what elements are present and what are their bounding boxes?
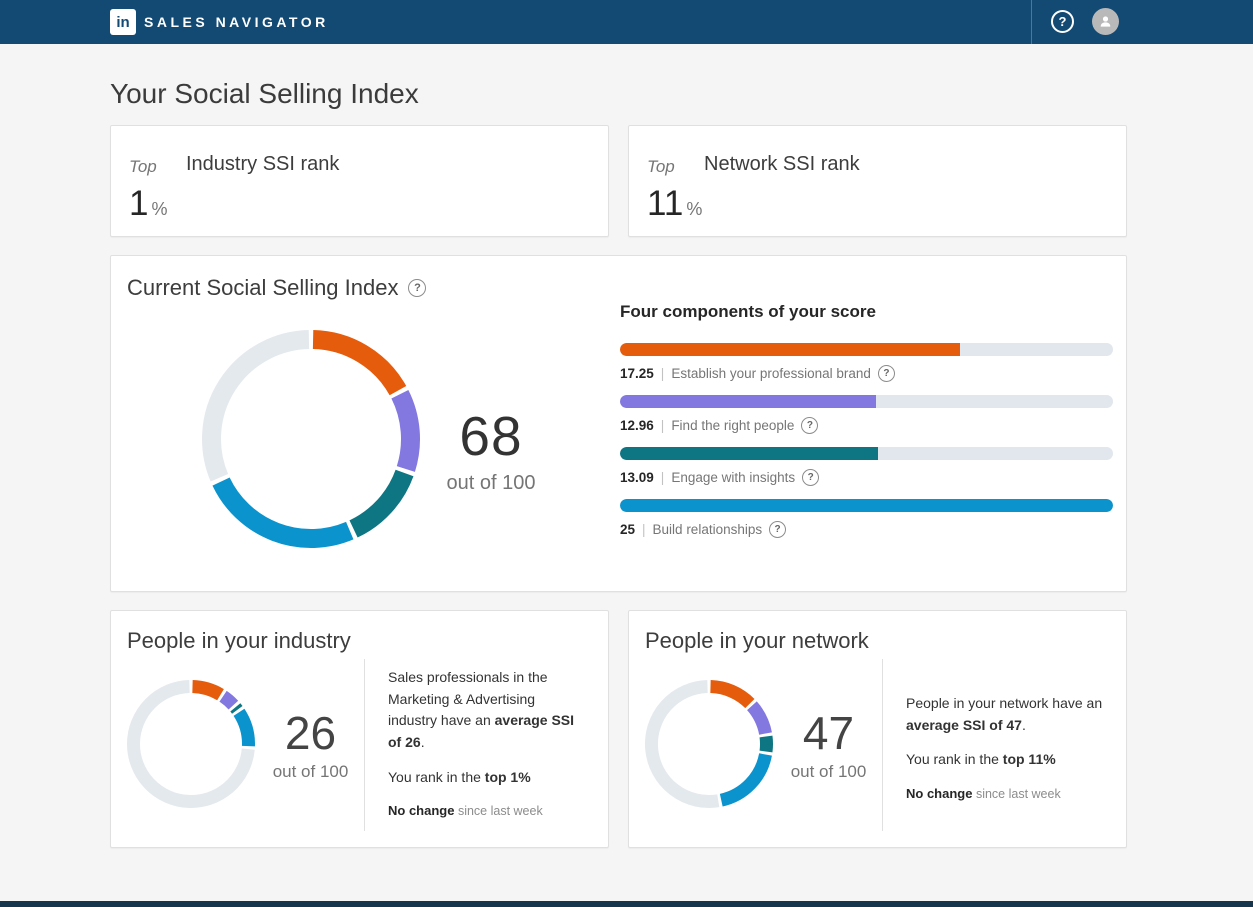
current-score: 68 out of 100 [421, 404, 561, 495]
separator: | [661, 366, 665, 381]
rank-value: 1% [129, 184, 167, 224]
bar-label: 25 | Build relationships ? [620, 521, 1113, 538]
rank-unit: % [686, 199, 702, 219]
ssi-dashboard: in SALES NAVIGATOR ? Your Social Selling… [0, 0, 1253, 907]
help-glyph: ? [808, 472, 814, 483]
bar-track [620, 395, 1113, 408]
rank-prefix: Top [647, 157, 675, 177]
change-text: No change since last week [906, 784, 1124, 804]
score-number: 47 [766, 706, 891, 760]
separator: | [642, 522, 646, 537]
industry-card-title: People in your industry [127, 628, 351, 654]
score-components: Four components of your score 17.25 | Es… [620, 302, 1113, 551]
help-glyph: ? [775, 524, 781, 535]
navbar-divider [1031, 0, 1032, 44]
bar-fill-insights [620, 447, 878, 460]
bar-track [620, 447, 1113, 460]
component-row-insights: 13.09 | Engage with insights ? [620, 447, 1113, 486]
help-glyph: ? [1059, 14, 1067, 29]
network-summary: People in your network have an average S… [906, 693, 1124, 817]
current-ssi-title: Current Social Selling Index [127, 275, 398, 301]
rank-number: 1 [129, 184, 148, 223]
industry-rank-card: Top Industry SSI rank 1% [110, 125, 609, 237]
industry-score: 26 out of 100 [248, 706, 373, 782]
current-ssi-donut-chart [201, 329, 421, 549]
separator: | [661, 470, 665, 485]
help-icon[interactable]: ? [802, 469, 819, 486]
current-ssi-card: Current Social Selling Index ? 68 out of… [110, 255, 1127, 592]
separator: | [661, 418, 665, 433]
rank-title: Network SSI rank [704, 153, 860, 176]
help-icon[interactable]: ? [769, 521, 786, 538]
help-glyph: ? [883, 368, 889, 379]
help-icon[interactable]: ? [878, 365, 895, 382]
rank-value: 11% [647, 184, 702, 224]
avatar[interactable] [1092, 8, 1119, 35]
network-score: 47 out of 100 [766, 706, 891, 782]
average-ssi-text: People in your network have an average S… [906, 693, 1124, 736]
page-title: Your Social Selling Index [110, 78, 419, 110]
bar-track [620, 343, 1113, 356]
rank-prefix: Top [129, 157, 157, 177]
help-glyph: ? [807, 420, 813, 431]
help-icon[interactable]: ? [801, 417, 818, 434]
linkedin-logo-text: in [116, 14, 129, 31]
component-label: Establish your professional brand [671, 366, 871, 381]
average-ssi-text: Sales professionals in the Marketing & A… [388, 667, 580, 754]
bar-fill-relationships [620, 499, 1113, 512]
industry-people-card: People in your industry 26 out of 100 Sa… [110, 610, 609, 848]
vertical-divider [882, 659, 883, 831]
network-rank-card: Top Network SSI rank 11% [628, 125, 1127, 237]
bar-label: 13.09 | Engage with insights ? [620, 469, 1113, 486]
rank-number: 11 [647, 184, 683, 223]
component-row-people: 12.96 | Find the right people ? [620, 395, 1113, 434]
bar-track [620, 499, 1113, 512]
person-icon [1098, 14, 1113, 29]
industry-summary: Sales professionals in the Marketing & A… [388, 667, 580, 835]
component-label: Engage with insights [671, 470, 795, 485]
components-heading: Four components of your score [620, 302, 1113, 322]
network-donut-chart [644, 679, 774, 809]
help-glyph: ? [414, 282, 421, 294]
component-row-brand: 17.25 | Establish your professional bran… [620, 343, 1113, 382]
score-out-of: out of 100 [421, 472, 561, 495]
component-row-relationships: 25 | Build relationships ? [620, 499, 1113, 538]
component-value: 13.09 [620, 470, 654, 485]
rank-text: You rank in the top 1% [388, 767, 580, 789]
score-number: 68 [421, 404, 561, 468]
component-label: Build relationships [653, 522, 763, 537]
rank-title: Industry SSI rank [186, 153, 339, 176]
industry-donut-chart [126, 679, 256, 809]
score-out-of: out of 100 [766, 762, 891, 782]
linkedin-logo[interactable]: in [110, 9, 136, 35]
vertical-divider [364, 659, 365, 831]
bar-label: 17.25 | Establish your professional bran… [620, 365, 1113, 382]
score-number: 26 [248, 706, 373, 760]
help-icon[interactable]: ? [1051, 10, 1074, 33]
help-icon[interactable]: ? [408, 279, 426, 297]
bar-label: 12.96 | Find the right people ? [620, 417, 1113, 434]
footer-strip [0, 901, 1253, 907]
component-value: 25 [620, 522, 635, 537]
rank-unit: % [151, 199, 167, 219]
brand-title[interactable]: SALES NAVIGATOR [144, 14, 329, 30]
bar-fill-brand [620, 343, 960, 356]
rank-text: You rank in the top 11% [906, 749, 1124, 771]
bar-fill-people [620, 395, 876, 408]
component-value: 12.96 [620, 418, 654, 433]
network-people-card: People in your network 47 out of 100 Peo… [628, 610, 1127, 848]
score-out-of: out of 100 [248, 762, 373, 782]
network-card-title: People in your network [645, 628, 869, 654]
component-label: Find the right people [671, 418, 794, 433]
top-navbar: in SALES NAVIGATOR ? [0, 0, 1253, 44]
change-text: No change since last week [388, 801, 580, 821]
component-value: 17.25 [620, 366, 654, 381]
